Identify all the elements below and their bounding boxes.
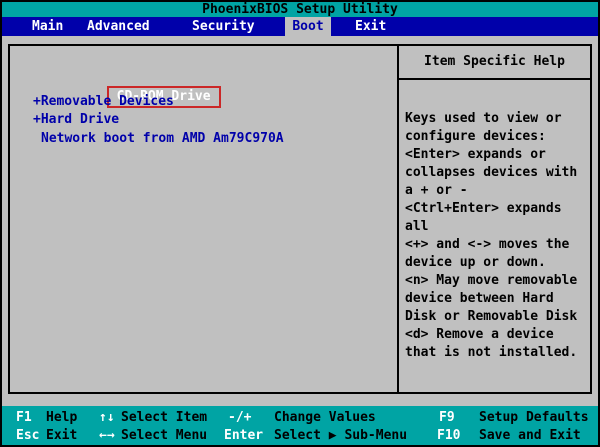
boot-item-cd-rom-drive[interactable]: CD-ROM Drive xyxy=(44,68,221,108)
tab-exit[interactable]: Exit xyxy=(355,17,386,36)
help-line: Keys used to view or xyxy=(405,111,562,126)
key-legend-bar: F1 Help ↑↓ Select Item -/+ Change Values… xyxy=(2,406,598,445)
help-line: Disk or Removable Disk xyxy=(405,309,578,324)
action-change-values: Change Values xyxy=(274,410,376,425)
help-panel: Item Specific Help Keys used to view or … xyxy=(397,46,590,392)
help-panel-text: Keys used to view or configure devices: … xyxy=(399,80,590,362)
key-minus-plus: -/+ xyxy=(228,410,252,425)
boot-item-network-boot[interactable]: Network boot from AMD Am79C970A xyxy=(41,130,284,148)
key-esc: Esc xyxy=(16,428,40,443)
help-line: <d> Remove a device xyxy=(405,327,554,342)
boot-item-removable-devices[interactable]: +Removable Devices xyxy=(33,93,174,111)
action-setup-defaults: Setup Defaults xyxy=(479,410,589,425)
boot-order-list: CD-ROM Drive +Removable Devices +Hard Dr… xyxy=(10,46,397,392)
content-frame: CD-ROM Drive +Removable Devices +Hard Dr… xyxy=(8,44,592,394)
help-panel-title: Item Specific Help xyxy=(399,46,590,80)
key-enter: Enter xyxy=(224,428,264,443)
title-bar: PhoenixBIOS Setup Utility xyxy=(2,2,598,17)
action-help: Help xyxy=(46,410,78,425)
action-save-and-exit: Save and Exit xyxy=(479,428,581,443)
help-line: collapses devices with xyxy=(405,165,578,180)
help-line: <+> and <-> moves the xyxy=(405,237,570,252)
action-select-item: Select Item xyxy=(121,410,208,425)
key-updown-arrows-icon: ↑↓ xyxy=(99,410,115,425)
tab-advanced[interactable]: Advanced xyxy=(87,17,150,36)
tab-main[interactable]: Main xyxy=(32,17,63,36)
tab-boot[interactable]: Boot xyxy=(285,17,331,36)
help-line: configure devices: xyxy=(405,129,546,144)
window-title: PhoenixBIOS Setup Utility xyxy=(202,2,398,17)
bios-setup-screen: PhoenixBIOS Setup Utility Main Advanced … xyxy=(0,0,600,447)
help-line: device between Hard xyxy=(405,291,554,306)
help-line: device up or down. xyxy=(405,255,546,270)
action-select-menu: Select Menu xyxy=(121,428,208,443)
key-leftright-arrows-icon: ←→ xyxy=(99,428,115,443)
tab-security[interactable]: Security xyxy=(192,17,255,36)
key-f9: F9 xyxy=(439,410,455,425)
menu-bar: Main Advanced Security Boot Exit xyxy=(2,17,598,36)
action-exit: Exit xyxy=(46,428,78,443)
help-line: that is not installed. xyxy=(405,345,578,360)
help-line: a + or - xyxy=(405,183,468,198)
boot-item-hard-drive[interactable]: +Hard Drive xyxy=(33,111,119,129)
key-f1: F1 xyxy=(16,410,32,425)
key-f10: F10 xyxy=(437,428,461,443)
action-select-submenu: Select ▶ Sub-Menu xyxy=(274,428,408,443)
help-line: all xyxy=(405,219,429,234)
help-line: <n> May move removable xyxy=(405,273,578,288)
help-line: <Ctrl+Enter> expands xyxy=(405,201,562,216)
help-line: <Enter> expands or xyxy=(405,147,546,162)
